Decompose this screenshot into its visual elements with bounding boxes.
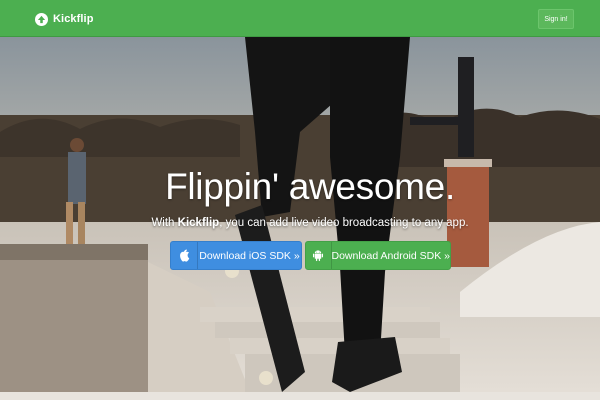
hero-background-photo: [0, 37, 600, 392]
hero-tagline: With Kickflip, you can add live video br…: [0, 217, 600, 229]
hero-headline: Flippin' awesome.: [165, 166, 455, 207]
tagline-prefix: With: [151, 217, 178, 229]
landing-page: Kickflip Sign in! Flippin' awesome. With…: [0, 0, 600, 400]
download-ios-sdk-button[interactable]: Download iOS SDK »: [170, 241, 302, 270]
tagline-suffix: , you can add live video broadcasting to…: [219, 217, 469, 229]
android-icon: [306, 242, 332, 269]
download-android-sdk-label: Download Android SDK »: [331, 249, 451, 262]
skateboard-photo: [0, 37, 600, 392]
download-android-sdk-button[interactable]: Download Android SDK »: [305, 241, 451, 270]
bottom-strip: [0, 392, 600, 400]
brand-name: Kickflip: [53, 13, 94, 25]
apple-icon: [171, 242, 198, 269]
download-ios-sdk-label: Download iOS SDK »: [199, 249, 300, 262]
arrow-up-circle-icon: [35, 12, 48, 26]
brand-link[interactable]: Kickflip: [35, 10, 94, 28]
top-navbar: Kickflip Sign in!: [0, 0, 600, 37]
tagline-brand: Kickflip: [177, 217, 220, 229]
sign-in-button[interactable]: Sign in!: [538, 9, 574, 29]
